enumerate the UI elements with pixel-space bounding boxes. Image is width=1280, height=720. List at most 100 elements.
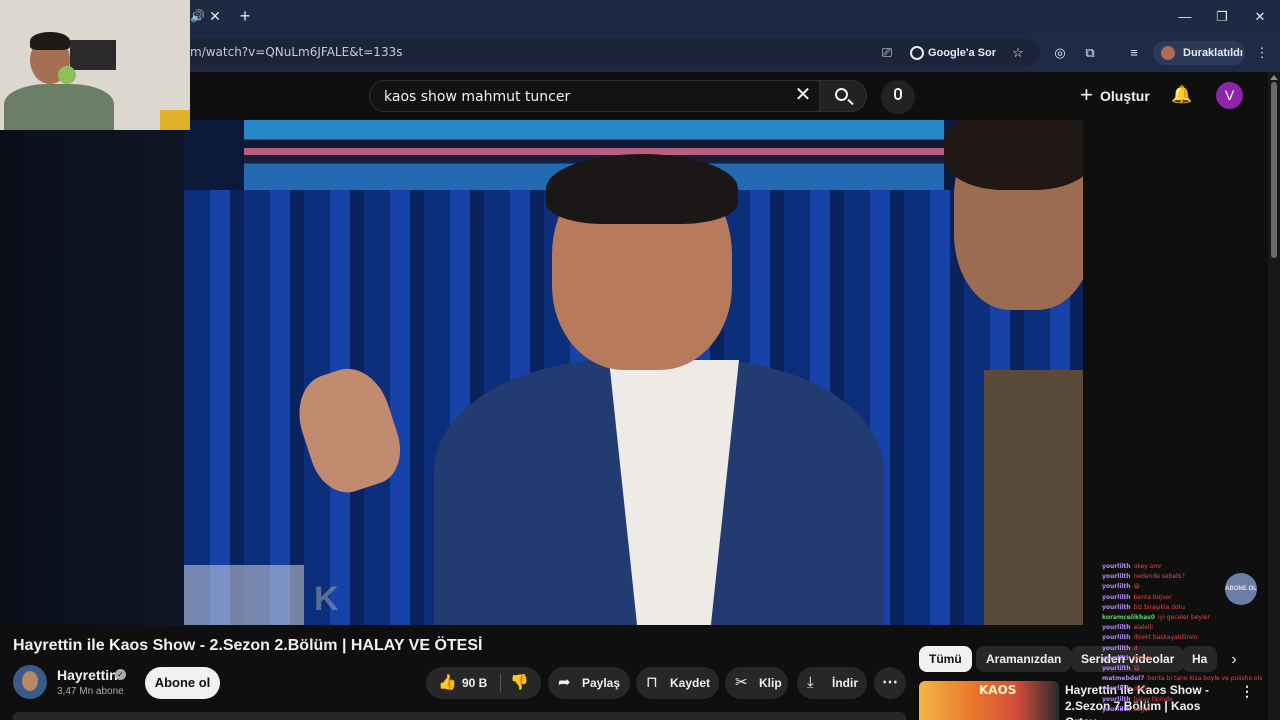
browser-menu-icon[interactable]: ⋮ <box>1252 43 1272 63</box>
extensions-icon[interactable]: ⧉ <box>1080 43 1100 63</box>
chat-text: elalelli <box>1133 624 1153 632</box>
like-button[interactable]: 👍 90 B <box>426 667 500 699</box>
chat-text: benta bojver <box>1133 593 1172 601</box>
search-clear-icon[interactable]: ✕ <box>792 84 814 106</box>
create-button[interactable]: + Oluştur <box>1080 84 1150 108</box>
subscribe-button[interactable]: Abone ol <box>145 667 220 699</box>
tab-close-icon[interactable]: ✕ <box>206 7 224 25</box>
chat-text: halay tipinde <box>1133 695 1173 703</box>
thumbs-up-icon: 👍 <box>438 674 457 691</box>
chat-text: okey amr <box>1133 563 1162 570</box>
like-dislike-group: 👍 90 B 👎 <box>426 667 541 699</box>
search-icon <box>835 88 848 101</box>
lens-icon <box>910 46 924 60</box>
recommendation-thumbnail[interactable]: KAOS <box>919 681 1059 720</box>
scroll-thumb[interactable] <box>1271 82 1277 258</box>
chat-username: yourlilth <box>1102 644 1131 652</box>
chat-message: matmebdel7 benta bi tane kisa boyle ve po… <box>1102 674 1262 684</box>
cast-icon[interactable]: ⎚ <box>877 43 897 63</box>
chat-username: yourlilth <box>1102 654 1131 662</box>
download-button[interactable]: ⤓ İndir <box>797 667 867 699</box>
chat-text: nedende sebebi? <box>1133 573 1185 581</box>
chat-text: baska <box>1133 654 1152 662</box>
chat-username: yourlilth <box>1102 593 1131 601</box>
create-label: Oluştur <box>1100 88 1150 104</box>
stage-sign: K <box>184 565 339 625</box>
page-scrollbar[interactable] <box>1268 72 1280 720</box>
guest-figure <box>944 120 1083 625</box>
bookmark-icon: ⊓ <box>646 674 658 691</box>
screen: 🔊 ✕ + — ❐ ✕ m/watch?v=QNuLm6JFALE&t=133s… <box>0 0 1280 720</box>
chat-username: yourlilth <box>1102 634 1131 642</box>
webcam-object <box>160 110 190 130</box>
thumbs-down-icon: 👎 <box>510 674 529 691</box>
bookmark-star-icon[interactable]: ☆ <box>1008 43 1028 63</box>
webcam-overlay <box>0 0 190 130</box>
description-box-edge <box>13 712 906 720</box>
chat-message: yourlilth okey amr <box>1102 562 1262 572</box>
webcam-cup <box>58 66 76 84</box>
clip-label: Klip <box>759 676 782 690</box>
voice-search-button[interactable] <box>881 80 915 114</box>
webcam-person-hair <box>30 32 70 50</box>
download-label: İndir <box>832 676 858 690</box>
verified-check-icon: ✓ <box>115 669 126 680</box>
chat-text: sagol <box>1133 705 1150 713</box>
save-button[interactable]: ⊓ Kaydet <box>636 667 719 699</box>
profile-label: Duraklatıldı <box>1183 47 1243 59</box>
channel-name[interactable]: Hayrettin <box>57 667 118 683</box>
profile-chip[interactable]: Duraklatıldı <box>1153 41 1245 65</box>
stage-sign-letter: K <box>314 580 339 618</box>
chat-username: yourlilth <box>1102 603 1131 611</box>
like-divider <box>500 674 501 692</box>
host-figure <box>287 154 974 625</box>
thumbnail-text: KAOS <box>979 683 1017 697</box>
chat-text: iyi geceler beyler <box>1158 614 1210 622</box>
webcam-tv <box>70 40 116 70</box>
video-player[interactable]: K <box>184 120 1083 625</box>
notifications-bell-icon[interactable]: 🔔 <box>1171 86 1192 104</box>
maximize-icon[interactable]: ❐ <box>1207 6 1237 28</box>
profile-avatar <box>1161 46 1175 60</box>
chat-username: yourlilth <box>1102 705 1131 713</box>
window-close-icon[interactable]: ✕ <box>1245 6 1275 28</box>
chat-username: yourlilth <box>1102 563 1131 570</box>
clip-button[interactable]: ✂ Klip <box>725 667 788 699</box>
guest-hair <box>944 120 1083 190</box>
search-button[interactable] <box>819 80 867 112</box>
account-avatar[interactable]: V <box>1216 82 1243 109</box>
scissors-icon: ✂ <box>735 674 748 691</box>
share-label: Paylaş <box>582 676 621 690</box>
search-query[interactable]: kaos show mahmut tuncer <box>384 89 570 105</box>
chip-all[interactable]: Tümü <box>919 646 972 672</box>
url-text[interactable]: m/watch?v=QNuLm6JFALE&t=133s <box>190 45 402 59</box>
new-tab-icon[interactable]: + <box>236 6 254 26</box>
chat-message: yourlilth okey <box>1102 684 1262 694</box>
youtube-masthead: kaos show mahmut tuncer ✕ + Oluştur 🔔 V <box>0 72 1280 120</box>
guest-jacket <box>984 370 1083 625</box>
chat-username: yourlilth <box>1102 624 1131 632</box>
host-hair <box>546 154 738 224</box>
left-background <box>0 130 184 625</box>
media-controls-icon[interactable]: ≡ <box>1124 43 1144 63</box>
more-actions-icon[interactable]: ⋯ <box>874 667 906 699</box>
share-button[interactable]: ➦ Paylaş <box>548 667 630 699</box>
scroll-up-arrow-icon[interactable] <box>1270 75 1278 80</box>
extension-round-icon[interactable]: ◎ <box>1050 43 1070 63</box>
chat-message: yourlilth direkt baskayabilirsin <box>1102 633 1262 643</box>
chat-message: yourlilth elalelli <box>1102 623 1262 633</box>
google-sor-button[interactable]: Google'a Sor <box>904 41 1004 65</box>
chat-username: yourlilth <box>1102 695 1131 703</box>
tab-audio-icon[interactable]: 🔊 <box>190 9 206 25</box>
minimize-icon[interactable]: — <box>1170 6 1200 28</box>
chip-from-search[interactable]: Aramanızdan <box>976 646 1072 672</box>
share-arrow-icon: ➦ <box>558 674 571 691</box>
channel-avatar[interactable] <box>13 665 47 699</box>
chat-message: yourlilth halay tipinde <box>1102 695 1262 705</box>
chat-username: yourlilth <box>1102 685 1131 693</box>
search-input[interactable]: kaos show mahmut tuncer <box>369 80 819 112</box>
download-icon: ⤓ <box>807 674 814 691</box>
dislike-button[interactable]: 👎 <box>510 667 529 699</box>
chat-username: koramcelikhas0 <box>1102 614 1156 622</box>
browser-address-bar: m/watch?v=QNuLm6JFALE&t=133s ⎚ Google'a … <box>0 34 1280 72</box>
